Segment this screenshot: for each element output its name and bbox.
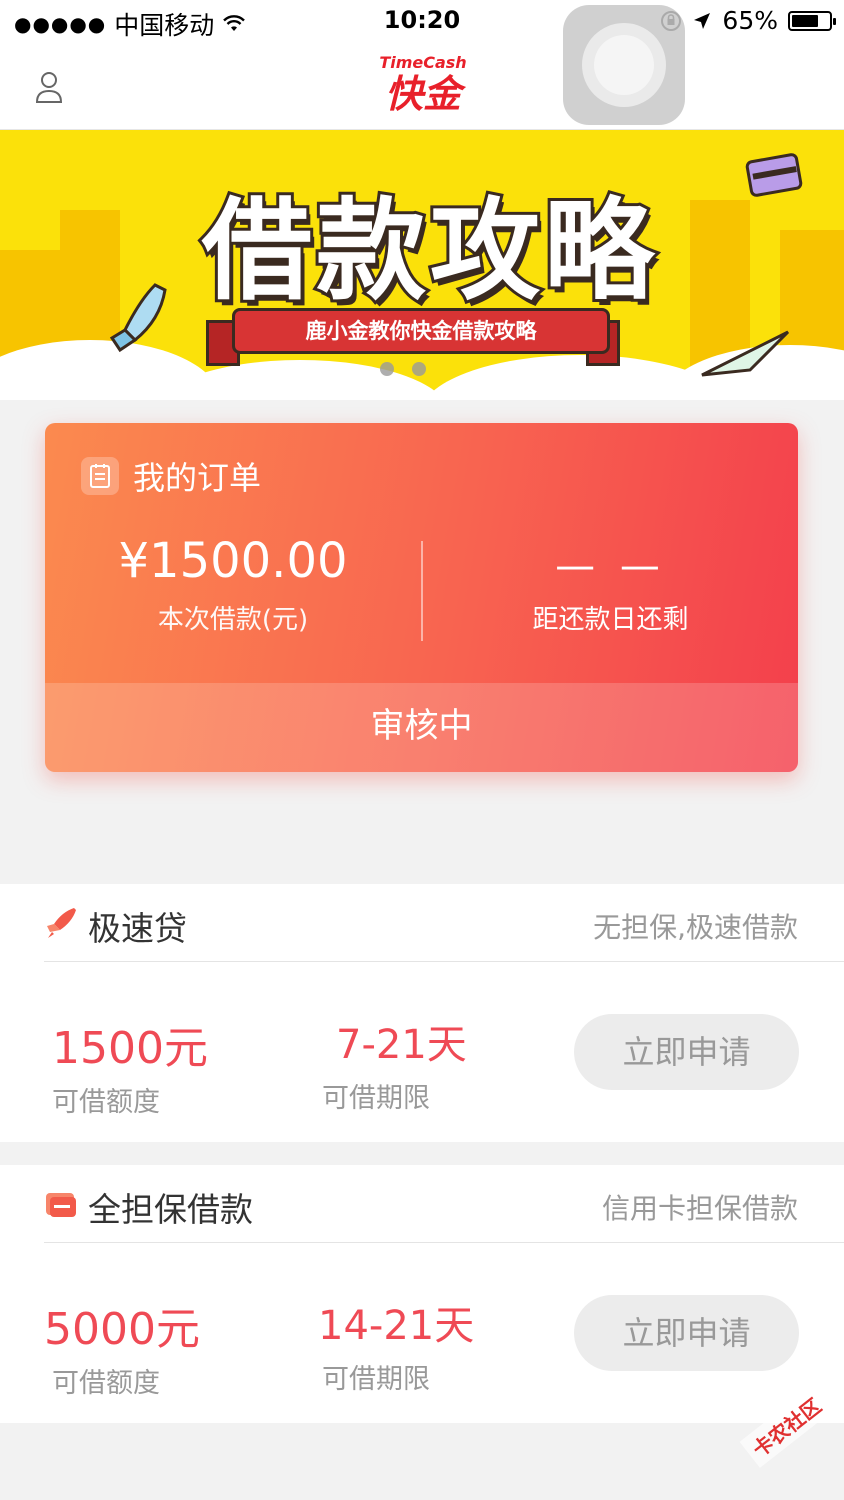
loan-product-express: 极速贷 无担保,极速借款 1500元 可借额度 7-21天 可借期限 立即申请	[0, 884, 844, 1142]
location-arrow-icon	[694, 12, 711, 29]
apply-button[interactable]: 立即申请	[574, 1295, 799, 1371]
loan-title: 全担保借款	[88, 1190, 253, 1229]
loan-limit: 1500元	[52, 1023, 208, 1074]
loan-subtitle: 信用卡担保借款	[601, 1192, 798, 1225]
banner-title: 借款攻略	[199, 184, 658, 318]
clipboard-icon	[81, 457, 119, 495]
loan-term: 7-21天	[336, 1022, 467, 1068]
loan-limit-label: 可借额度	[52, 1087, 160, 1118]
assistive-touch-button[interactable]	[563, 5, 685, 125]
loan-amount-label: 本次借款(元)	[157, 605, 309, 635]
order-header: 我的订单	[81, 453, 261, 499]
apply-button[interactable]: 立即申请	[574, 1014, 799, 1090]
logo-english: TimeCash	[379, 53, 467, 72]
loan-limit-label: 可借额度	[52, 1368, 160, 1399]
loan-term-label: 可借期限	[322, 1364, 430, 1395]
loan-header: 极速贷 无担保,极速借款	[0, 884, 844, 962]
order-title: 我的订单	[133, 459, 262, 497]
promo-banner[interactable]: 借款攻略 鹿小金教你快金借款攻略	[0, 130, 844, 400]
loan-header: 全担保借款 信用卡担保借款	[0, 1165, 844, 1243]
loan-amount: ¥1500.00	[118, 533, 348, 589]
days-remaining-label: 距还款日还剩	[532, 605, 689, 635]
credit-card-icon	[46, 1193, 76, 1217]
loan-term: 14-21天	[318, 1303, 475, 1349]
loan-subtitle: 无担保,极速借款	[593, 911, 798, 944]
status-right: 65%	[660, 6, 836, 35]
pagination-dot[interactable]	[412, 362, 426, 376]
divider	[44, 1242, 844, 1243]
rocket-icon	[47, 908, 76, 938]
days-remaining: — —	[555, 543, 666, 589]
order-card[interactable]: 我的订单 ¥1500.00 本次借款(元) — — 距还款日还剩 审核中	[45, 423, 798, 772]
logo-chinese: 快金	[384, 72, 461, 116]
app-logo: TimeCash 快金	[378, 54, 468, 120]
paper-plane-icon	[701, 330, 790, 377]
loan-limit: 5000元	[44, 1304, 200, 1355]
order-status[interactable]: 审核中	[45, 683, 798, 772]
loan-term-label: 可借期限	[322, 1083, 430, 1114]
pagination-dot[interactable]	[380, 362, 394, 376]
loan-title: 极速贷	[88, 909, 187, 948]
credit-card-icon	[745, 153, 803, 197]
battery-icon	[788, 10, 836, 31]
loan-product-guaranteed: 全担保借款 信用卡担保借款 5000元 可借额度 14-21天 可借期限 立即申…	[0, 1165, 844, 1423]
battery-percent: 65%	[722, 6, 778, 35]
nav-bar: TimeCash 快金	[0, 44, 844, 130]
banner-pagination[interactable]	[380, 362, 426, 376]
status-bar: ●●●●● 中国移动 10:20 65%	[0, 0, 844, 44]
divider	[44, 961, 844, 962]
user-icon[interactable]	[34, 70, 64, 104]
banner-ribbon: 鹿小金教你快金借款攻略	[232, 308, 610, 354]
